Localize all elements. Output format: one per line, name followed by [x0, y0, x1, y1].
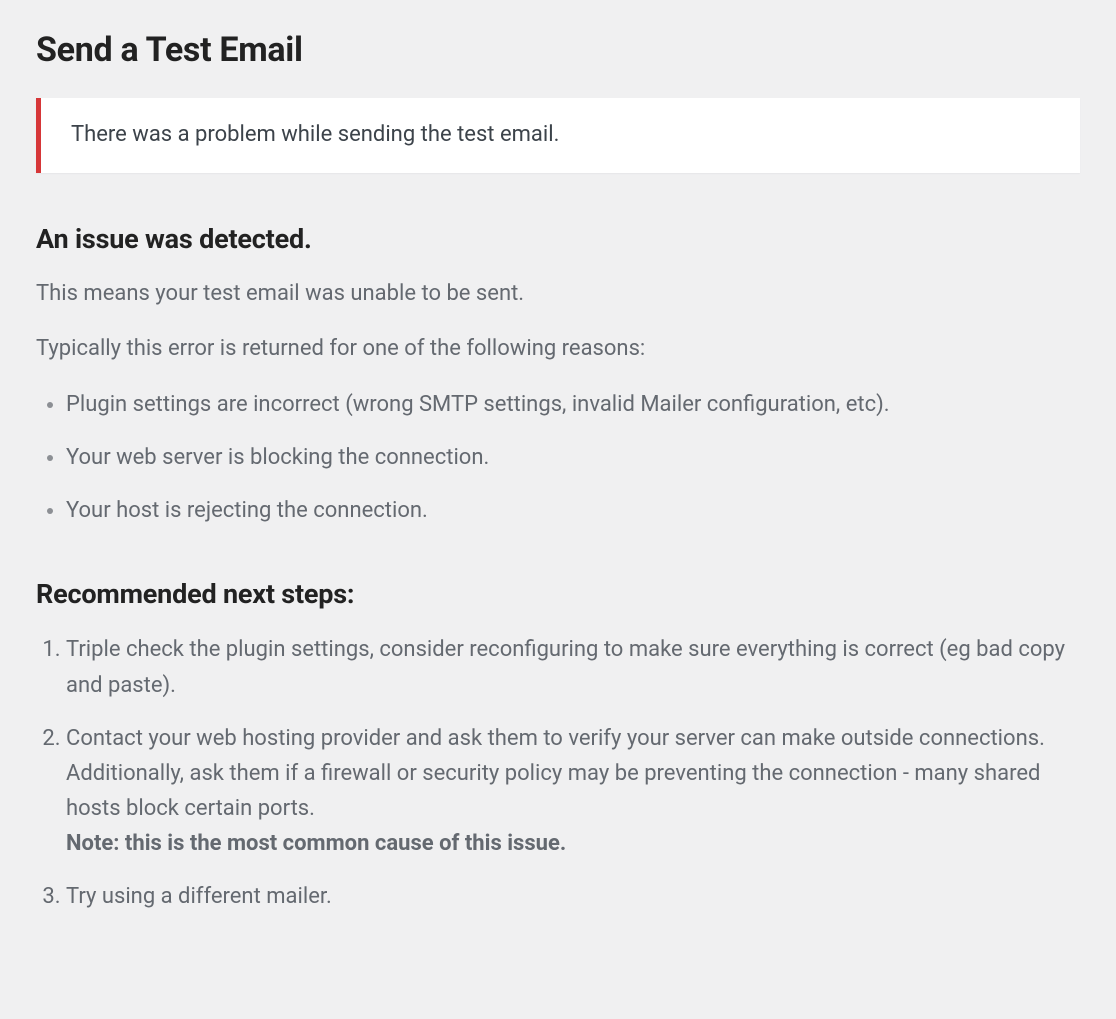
list-item: Your web server is blocking the connecti…: [66, 440, 1080, 475]
page-title: Send a Test Email: [36, 30, 1080, 70]
issue-heading: An issue was detected.: [36, 223, 1080, 255]
list-item: Your host is rejecting the connection.: [66, 493, 1080, 528]
next-steps-heading: Recommended next steps:: [36, 578, 1080, 610]
error-alert: There was a problem while sending the te…: [36, 98, 1080, 173]
reasons-intro: Typically this error is returned for one…: [36, 332, 1080, 365]
list-item: Try using a different mailer.: [66, 879, 1080, 914]
step-text: Contact your web hosting provider and as…: [66, 726, 1045, 821]
steps-list: Triple check the plugin settings, consid…: [36, 632, 1080, 914]
list-item: Triple check the plugin settings, consid…: [66, 632, 1080, 702]
reasons-list: Plugin settings are incorrect (wrong SMT…: [36, 387, 1080, 529]
step-text: Triple check the plugin settings, consid…: [66, 637, 1065, 697]
list-item: Contact your web hosting provider and as…: [66, 721, 1080, 862]
issue-intro: This means your test email was unable to…: [36, 277, 1080, 310]
step-text: Try using a different mailer.: [66, 884, 332, 909]
list-item: Plugin settings are incorrect (wrong SMT…: [66, 387, 1080, 422]
alert-message: There was a problem while sending the te…: [71, 120, 1050, 151]
step-note: Note: this is the most common cause of t…: [66, 826, 1080, 861]
